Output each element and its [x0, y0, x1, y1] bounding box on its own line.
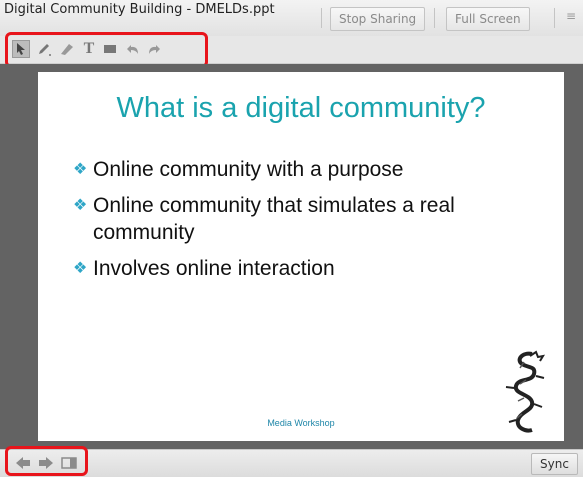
diamond-bullet-icon: ❖ [73, 197, 88, 214]
separator [321, 8, 322, 28]
bullet-text: Online community with a purpose [93, 158, 404, 181]
separator [434, 8, 435, 28]
list-item: ❖ Online community that simulates a real… [73, 192, 543, 246]
diamond-bullet-icon: ❖ [73, 260, 88, 277]
full-screen-button[interactable]: Full Screen [446, 7, 530, 31]
window-title: Digital Community Building - DMELDs.ppt [4, 2, 275, 17]
list-item: ❖ Involves online interaction [73, 255, 543, 282]
navigation-highlight [5, 446, 88, 476]
list-item: ❖ Online community with a purpose [73, 156, 543, 183]
slide-title: What is a digital community? [116, 92, 486, 124]
menu-icon[interactable]: ≡ [566, 9, 580, 23]
separator [554, 8, 555, 28]
presentation-slide: What is a digital community? ❖ Online co… [38, 72, 564, 441]
slide-footer: Media Workshop [267, 418, 335, 428]
diamond-bullet-icon: ❖ [73, 161, 88, 178]
bullet-text: Involves online interaction [93, 257, 335, 280]
bullet-text: Online community that simulates a real c… [93, 194, 455, 244]
stop-sharing-button[interactable]: Stop Sharing [330, 7, 426, 31]
sync-button[interactable]: Sync [531, 453, 578, 475]
toolbar-highlight [5, 32, 208, 68]
bullet-list: ❖ Online community with a purpose ❖ Onli… [73, 156, 543, 291]
